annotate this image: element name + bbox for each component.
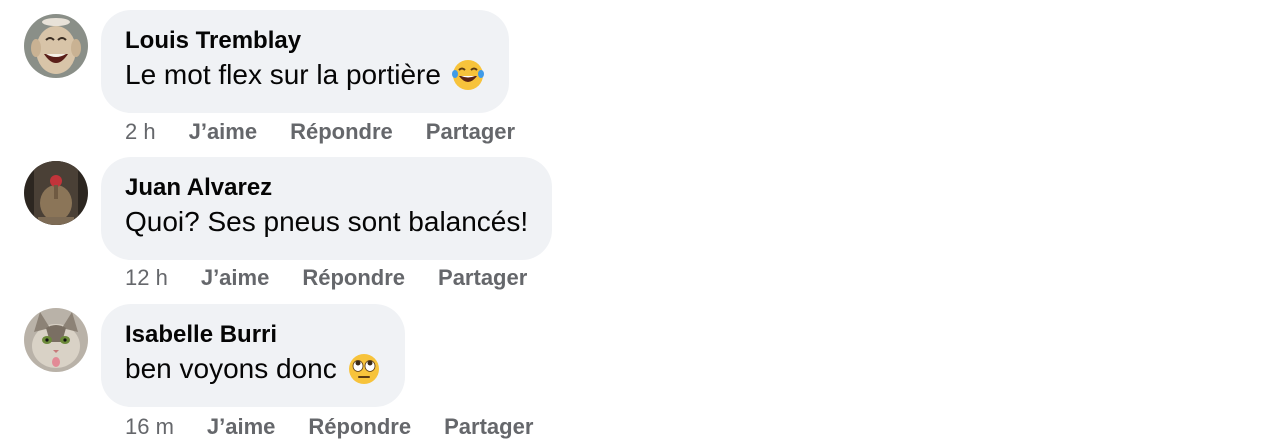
comment-author[interactable]: Louis Tremblay (125, 26, 485, 56)
comment-actions: 2 h J’aime Répondre Partager (125, 119, 548, 145)
statue-avatar-icon (24, 161, 88, 225)
comment-author[interactable]: Isabelle Burri (125, 320, 381, 350)
avatar[interactable] (24, 161, 88, 225)
like-button[interactable]: J’aime (189, 119, 258, 145)
tears-of-joy-emoji-icon (451, 58, 485, 92)
comment-bubble: Louis Tremblay Le mot flex sur la portiè… (101, 10, 509, 113)
laughing-man-avatar-icon (24, 14, 88, 78)
comment-bubble: Isabelle Burri ben voyons donc (101, 304, 405, 407)
eye-roll-emoji-icon (347, 352, 381, 386)
avatar[interactable] (24, 308, 88, 372)
comment-text: ben voyons donc (125, 350, 381, 388)
comment-text: Le mot flex sur la portière (125, 56, 485, 94)
share-button[interactable]: Partager (438, 265, 527, 291)
reply-button[interactable]: Répondre (302, 265, 405, 291)
comment-text: Quoi? Ses pneus sont balancés! (125, 203, 528, 241)
comment-bubble: Juan Alvarez Quoi? Ses pneus sont balanc… (101, 157, 553, 260)
comment-author[interactable]: Juan Alvarez (125, 173, 528, 203)
share-button[interactable]: Partager (444, 414, 533, 440)
avatar[interactable] (24, 14, 88, 78)
share-button[interactable]: Partager (426, 119, 515, 145)
cat-avatar-icon (24, 308, 88, 372)
reply-button[interactable]: Répondre (290, 119, 393, 145)
comment-timestamp[interactable]: 16 m (125, 414, 174, 440)
reply-button[interactable]: Répondre (308, 414, 411, 440)
comment-text-content: Quoi? Ses pneus sont balancés! (125, 206, 529, 237)
comment-actions: 12 h J’aime Répondre Partager (125, 265, 560, 291)
comment-text-content: ben voyons donc (125, 353, 337, 384)
comment-thread: Louis Tremblay Le mot flex sur la portiè… (0, 0, 1272, 448)
like-button[interactable]: J’aime (201, 265, 270, 291)
comment-actions: 16 m J’aime Répondre Partager (125, 414, 566, 440)
comment-timestamp[interactable]: 12 h (125, 265, 168, 291)
comment-timestamp[interactable]: 2 h (125, 119, 156, 145)
comment-text-content: Le mot flex sur la portière (125, 59, 441, 90)
like-button[interactable]: J’aime (207, 414, 276, 440)
